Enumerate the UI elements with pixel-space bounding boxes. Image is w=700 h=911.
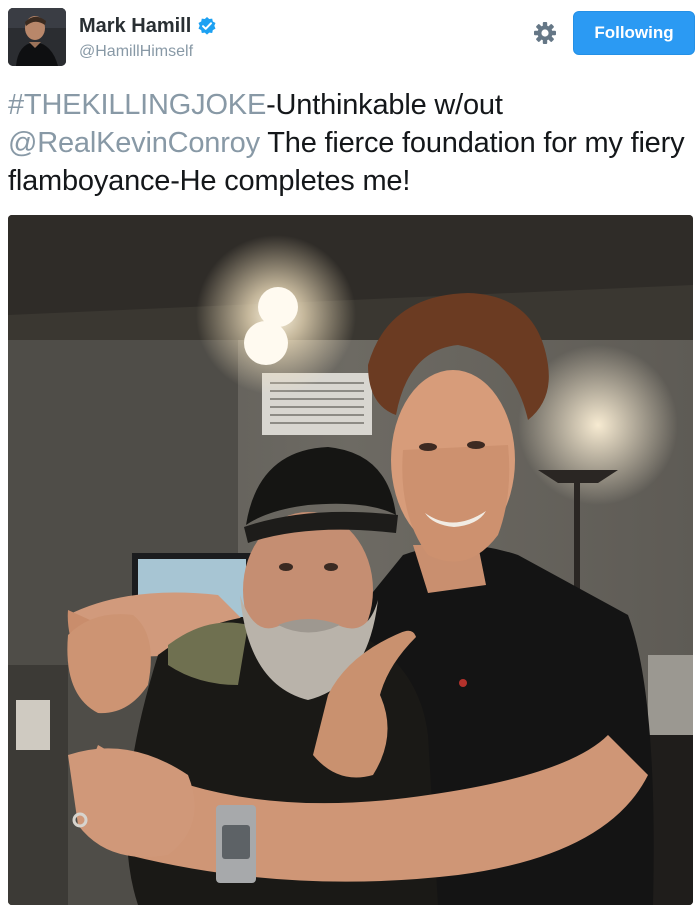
user-handle[interactable]: @HamillHimself (79, 42, 193, 62)
mention-link[interactable]: @RealKevinConroy (8, 127, 260, 159)
tweet-text: #THEKILLINGJOKE-Unthinkable w/out @RealKe… (8, 86, 692, 200)
hashtag-link[interactable]: #THEKILLINGJOKE (8, 89, 266, 121)
tweet-text-part: -Unthinkable w/out (266, 89, 503, 121)
avatar[interactable] (8, 8, 66, 66)
tweet-photo[interactable] (8, 215, 693, 905)
gear-icon[interactable] (531, 19, 559, 47)
following-button[interactable]: Following (573, 11, 695, 55)
tweet-header: Mark Hamill @HamillHimself Following (0, 0, 700, 80)
name-row: Mark Hamill (79, 14, 217, 38)
verified-badge-icon (197, 16, 217, 36)
display-name[interactable]: Mark Hamill (79, 14, 191, 38)
